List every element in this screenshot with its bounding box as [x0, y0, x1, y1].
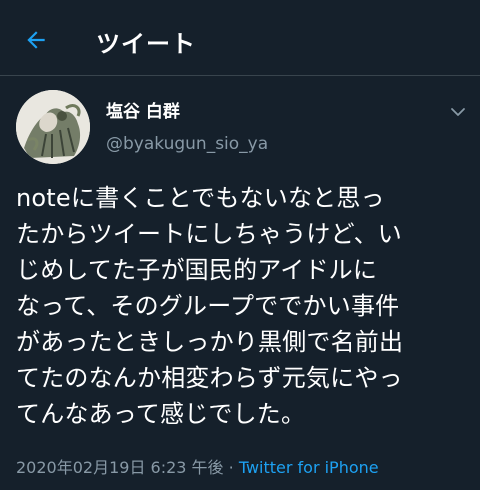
back-button[interactable] [18, 22, 54, 58]
arrow-left-icon [27, 31, 45, 49]
tweet-text: noteに書くことでもないなと思っ たからツイートにしちゃうけど、い じめしてた… [16, 184, 404, 428]
author-block[interactable]: 塩谷 白群 @byakugun_sio_ya [106, 102, 268, 154]
tweet-menu-button[interactable] [446, 100, 470, 124]
meta-separator: · [223, 458, 239, 477]
tweet-meta: 2020年02月19日 6:23 午後 · Twitter for iPhone [16, 454, 379, 478]
user-handle[interactable]: @byakugun_sio_ya [106, 134, 268, 154]
chevron-down-icon [451, 108, 465, 116]
source-link[interactable]: Twitter for iPhone [239, 458, 379, 477]
top-bar: ツイート [0, 0, 480, 76]
page-title: ツイート [96, 30, 196, 58]
display-name[interactable]: 塩谷 白群 [106, 102, 268, 122]
avatar[interactable] [16, 90, 90, 164]
timestamp[interactable]: 2020年02月19日 6:23 午後 [16, 458, 224, 477]
